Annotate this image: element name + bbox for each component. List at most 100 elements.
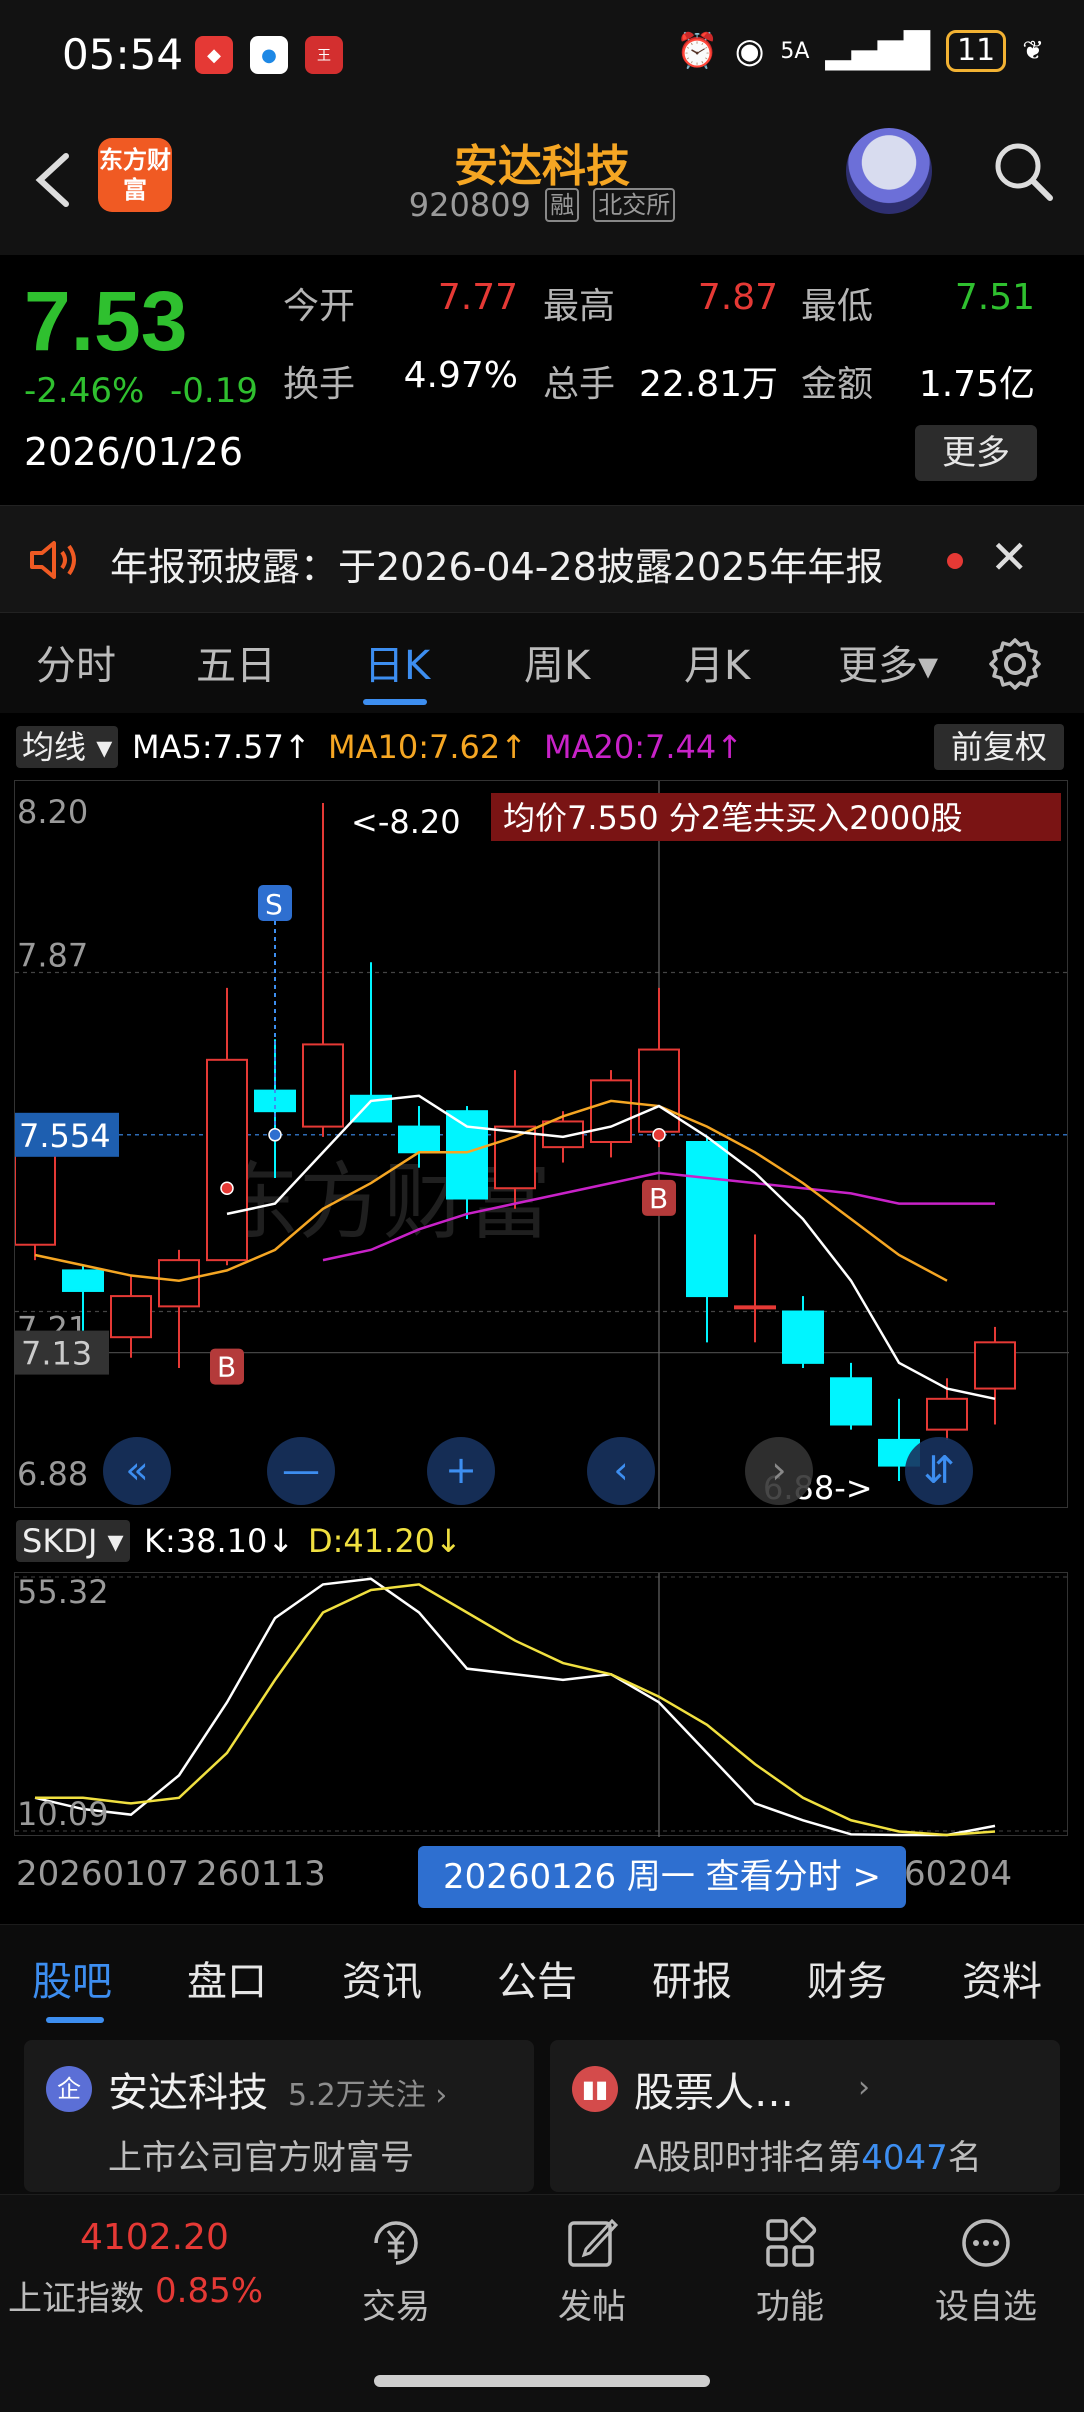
kline-svg[interactable]: 东方财富 8.207.877.216.887.137.554<-8.206.88…: [14, 781, 1069, 1509]
card-title: 股票人…: [634, 2070, 794, 2116]
stock-code: 920809: [408, 186, 531, 224]
tab-daily-k[interactable]: 日K: [364, 633, 430, 691]
tab-five-day[interactable]: 五日: [196, 633, 276, 691]
tab-pankou[interactable]: 盘口: [187, 1949, 267, 2007]
candle-body: [110, 1295, 152, 1339]
scroll-left-icon-glyph: ‹: [613, 1448, 628, 1492]
active-tab-indicator: [363, 699, 427, 705]
tab-financials[interactable]: 财务: [807, 1949, 887, 2007]
kdj-d-line: [35, 1583, 996, 1837]
notice-text: 年报预披露：于2026-04-28披露2025年年报: [110, 545, 884, 589]
buy-marker-label: B: [649, 1182, 668, 1215]
active-content-tab-indicator: [46, 2017, 104, 2023]
y-tick-label: 7.87: [17, 937, 88, 975]
kdj-k-value: K:38.10↓: [144, 1522, 295, 1560]
info-cards: 企 安达科技 5.2万关注 › 上市公司官方财富号 ▮▮ 股票人… › A股即时…: [0, 2024, 1084, 2194]
card-description: A股即时排名第4047名: [634, 2130, 982, 2179]
last-price: 7.53: [24, 274, 188, 368]
speaker-icon: [30, 541, 76, 579]
quote-more-button[interactable]: 更多: [915, 425, 1037, 481]
tab-monthly-k[interactable]: 月K: [684, 633, 750, 691]
view-intraday-tooltip[interactable]: 20260126 周一 查看分时 >: [418, 1846, 906, 1908]
nav-trade[interactable]: 交易: [326, 2211, 466, 2328]
ma20-value: MA20:7.44↑: [544, 728, 744, 766]
candle-body: [734, 1305, 776, 1310]
change-amount: -0.19: [170, 371, 258, 411]
candle-body: [926, 1397, 968, 1431]
quote-label-open: 今开: [283, 286, 356, 327]
search-icon[interactable]: [990, 138, 1056, 204]
scroll-right-icon-glyph: ›: [771, 1448, 786, 1492]
rank-prefix: A股即时排名第: [634, 2138, 862, 2178]
kdj-selector[interactable]: SKDJ ▾: [16, 1520, 130, 1562]
status-bar: 05:54 ◆ ● 王 ⏰ ◉ 5A ▂▄▆█ 11 ❦: [0, 0, 1084, 110]
y-tick-label: 7.13: [21, 1335, 92, 1373]
tab-news[interactable]: 资讯: [342, 1949, 422, 2007]
quote-panel: 7.53 -2.46% -0.19 2026/01/26 今开 7.77 最高 …: [0, 255, 1084, 505]
quote-value-high: 7.87: [697, 277, 778, 318]
nav-watchlist[interactable]: 设自选: [916, 2211, 1056, 2328]
tab-intraday[interactable]: 分时: [36, 633, 116, 691]
kdj-svg[interactable]: 55.32 10.09: [15, 1573, 1069, 1837]
zoom-out-icon-glyph: —: [282, 1448, 320, 1492]
signal-icon: ▂▄▆█: [825, 31, 931, 71]
candle-body: [830, 1377, 872, 1426]
kdj-lines: [34, 1577, 996, 1837]
kdj-d-value: D:41.20↓: [308, 1522, 462, 1560]
quote-label-high: 最高: [543, 286, 616, 327]
kline-chart[interactable]: 东方财富 8.20 7.87 7.21 6.88 7.13 7.554 <-8.20 6.88…: [14, 780, 1069, 1509]
ma-legend-row: 均线 ▾ MA5:7.57↑ MA10:7.62↑ MA20:7.44↑ 前复权: [0, 718, 1084, 774]
indicator-selector-label: 均线: [22, 728, 87, 766]
nav-trade-label: 交易: [362, 2287, 430, 2327]
quote-value-low: 7.51: [954, 277, 1035, 318]
quote-value-turnover: 4.97%: [403, 355, 518, 396]
tab-weekly-k[interactable]: 周K: [524, 633, 590, 691]
close-icon[interactable]: ✕: [990, 534, 1030, 584]
stock-header: 东方财富 安达科技 920809 融 北交所: [0, 110, 1084, 255]
nav-functions[interactable]: 功能: [720, 2211, 860, 2328]
y-tick-label: 8.20: [17, 793, 88, 831]
tab-announcements[interactable]: 公告: [497, 1949, 577, 2007]
candle-body: [14, 1151, 56, 1246]
tab-research[interactable]: 研报: [652, 1949, 732, 2007]
tab-more[interactable]: 更多▾: [838, 633, 938, 691]
quote-label-turnover: 换手: [283, 364, 356, 405]
scroll-left-fast-icon-glyph: «: [125, 1448, 148, 1492]
candle-body: [62, 1269, 104, 1292]
kline-labels: 8.207.877.216.887.137.554<-8.206.88->均价7…: [15, 793, 1061, 1507]
nav-post[interactable]: 发帖: [522, 2211, 662, 2328]
ranking-card[interactable]: ▮▮ 股票人… › A股即时排名第4047名: [550, 2040, 1060, 2192]
indicator-selector[interactable]: 均线 ▾: [16, 726, 119, 768]
notice-bar[interactable]: 年报预披露：于2026-04-28披露2025年年报 ✕: [0, 505, 1084, 613]
nav-functions-label: 功能: [756, 2287, 824, 2327]
kdj-y-tick-label: 55.32: [17, 1573, 109, 1611]
tab-profile[interactable]: 资料: [962, 1949, 1042, 2007]
date-axis: 20260107 260113 60204 20260126 周一 查看分时 >: [0, 1838, 1084, 1924]
tab-guba[interactable]: 股吧: [32, 1949, 112, 2007]
trade-banner-text: 均价7.550 分2笔共买入2000股: [503, 799, 963, 837]
home-indicator: [374, 2375, 710, 2387]
axis-date-right: 60204: [904, 1854, 1013, 1894]
official-account-card[interactable]: 企 安达科技 5.2万关注 › 上市公司官方财富号: [24, 2040, 534, 2192]
card-description: 上市公司官方财富号: [108, 2138, 414, 2178]
rank-number: 4047: [861, 2138, 948, 2178]
robot-assistant-icon[interactable]: [846, 128, 932, 214]
kdj-chart[interactable]: 55.32 10.09: [14, 1572, 1069, 1837]
content-tabs: 股吧 盘口 资讯 公告 研报 财务 资料: [0, 1924, 1084, 2024]
gear-icon[interactable]: [986, 635, 1044, 693]
alarm-icon: ⏰: [676, 31, 719, 71]
nav-watchlist-label: 设自选: [935, 2287, 1037, 2327]
battery-icon: 11: [946, 30, 1007, 72]
bottom-nav: 4102.20 上证指数 0.85% 交易 发帖 功能 设自选: [0, 2194, 1084, 2412]
candle-body: [590, 1079, 632, 1144]
company-icon: 企: [46, 2066, 92, 2112]
card-followers: 5.2万关注 ›: [288, 2078, 448, 2113]
margin-tag: 融: [545, 188, 580, 222]
notification-app-icon: 王: [305, 36, 343, 74]
status-time: 05:54: [62, 30, 184, 79]
card-chevron-icon: ›: [858, 2070, 870, 2105]
candle-body: [446, 1110, 488, 1200]
edit-post-icon: [568, 2218, 619, 2267]
price-adjust-selector[interactable]: 前复权: [934, 724, 1064, 770]
leaf-icon: ❦: [1022, 36, 1044, 66]
